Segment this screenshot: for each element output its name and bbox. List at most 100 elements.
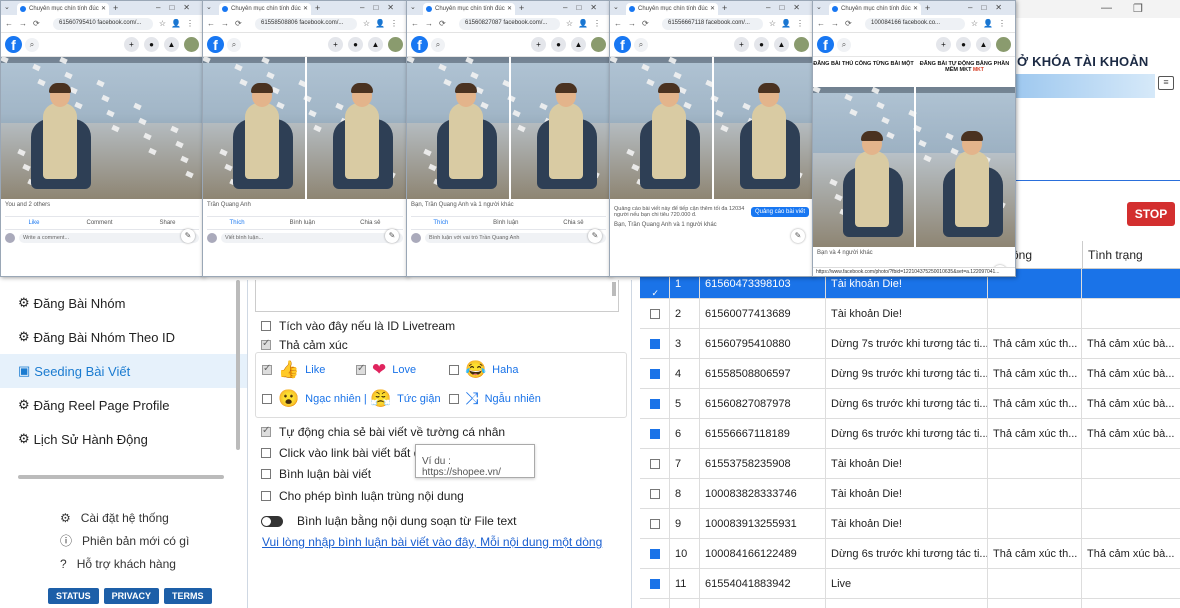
wow-checkbox[interactable]	[262, 394, 272, 404]
browser-action-icons[interactable]: ☆👤⋮	[769, 19, 809, 28]
table-row[interactable]: 10100084166122489Dừng 6s trước khi tương…	[640, 539, 1180, 569]
avatar[interactable]	[996, 37, 1011, 52]
boost-post-button[interactable]: Quảng cáo bài viết	[750, 207, 809, 217]
row-checkbox[interactable]	[649, 519, 660, 529]
avatar[interactable]	[388, 37, 403, 52]
search-icon[interactable]: ⌕	[634, 38, 648, 52]
nav-icons[interactable]: ←→⟳	[411, 19, 452, 28]
messenger-icon[interactable]: ●	[956, 37, 971, 52]
table-row[interactable]: 661556667118189Dừng 6s trước khi tương t…	[640, 419, 1180, 449]
plus-icon[interactable]: +	[124, 37, 139, 52]
row-checkbox-cell[interactable]	[640, 299, 670, 329]
row-checkbox-cell[interactable]	[640, 419, 670, 449]
post-id-textarea[interactable]	[255, 280, 619, 312]
edit-icon[interactable]: ✎	[181, 229, 195, 243]
search-icon[interactable]: ⌕	[227, 38, 241, 52]
nav-icons[interactable]: ←→⟳	[5, 19, 46, 28]
browser-tab[interactable]: Chuyên mục chín tính đúc ✕	[829, 3, 921, 15]
table-row[interactable]: 1261561473752066Live	[640, 599, 1180, 608]
share-option[interactable]: Tự động chia sẻ bài viết về tường cá nhâ…	[261, 425, 505, 439]
avatar[interactable]	[184, 37, 199, 52]
window-controls[interactable]: –□✕	[766, 3, 809, 12]
bell-icon[interactable]: ▲	[571, 37, 586, 52]
row-checkbox[interactable]	[649, 428, 660, 449]
chevron-down-icon[interactable]: ⌄	[613, 3, 619, 11]
row-checkbox-cell[interactable]	[640, 389, 670, 419]
chevron-down-icon[interactable]: ⌄	[206, 3, 212, 11]
table-row[interactable]: 2 61560077413689 Tài khoản Die!	[640, 299, 1180, 329]
share-checkbox[interactable]	[261, 425, 271, 437]
reaction-wow[interactable]: 😮 Ngạc nhiên |	[262, 390, 367, 408]
bell-icon[interactable]: ▲	[774, 37, 789, 52]
new-tab-icon[interactable]: +	[315, 3, 320, 13]
sidebar-item-dang-bai-nhom-theo-id[interactable]: ⚙ Đăng Bài Nhóm Theo ID	[0, 320, 247, 354]
reaction-count[interactable]: Bạn và 4 người khác	[817, 250, 1011, 256]
facebook-logo-icon[interactable]: f	[207, 36, 224, 53]
table-row[interactable]: 361560795410880Dừng 7s trước khi tương t…	[640, 329, 1180, 359]
window-controls[interactable]: –□✕	[156, 3, 199, 12]
comment-checkbox[interactable]	[261, 469, 271, 479]
avatar[interactable]	[794, 37, 809, 52]
random-checkbox[interactable]	[449, 394, 459, 404]
messenger-icon[interactable]: ●	[754, 37, 769, 52]
share-button[interactable]: Share	[159, 220, 175, 226]
url-input[interactable]: 61558508806 facebook.com/...	[255, 18, 357, 30]
new-tab-icon[interactable]: +	[113, 3, 118, 13]
sidebar-hscrollbar[interactable]	[18, 475, 224, 479]
browser-action-icons[interactable]: ☆👤⋮	[971, 19, 1011, 28]
like-button[interactable]: Thích	[433, 220, 448, 226]
messenger-icon[interactable]: ●	[551, 37, 566, 52]
row-checkbox-cell[interactable]	[640, 479, 670, 509]
url-input[interactable]: 61560827087 facebook.com/...	[459, 18, 560, 30]
nav-icons[interactable]: ←→⟳	[207, 19, 248, 28]
comment-input[interactable]: Bình luận với vai trò Trần Quang Anh	[425, 233, 606, 243]
browser-window[interactable]: ⌄ Chuyên mục chín tính đúc ✕ + –□✕ ←→⟳ 6…	[609, 0, 814, 277]
column-header-status[interactable]: Tình trạng	[1082, 241, 1180, 269]
plus-icon[interactable]: +	[531, 37, 546, 52]
window-controls[interactable]: –□✕	[563, 3, 606, 12]
sidebar-item-lich-su[interactable]: ⚙ Lịch Sử Hành Động	[0, 422, 247, 456]
comment-option[interactable]: Bình luận bài viết	[261, 467, 371, 481]
row-checkbox-cell[interactable]	[640, 539, 670, 569]
sidebar-scrollbar[interactable]	[236, 280, 240, 450]
edit-icon[interactable]: ✎	[588, 229, 602, 243]
row-checkbox[interactable]	[649, 489, 660, 499]
table-row[interactable]: 561560827087978Dừng 6s trước khi tương t…	[640, 389, 1180, 419]
row-checkbox-cell[interactable]	[640, 569, 670, 599]
table-row[interactable]: 461558508806597Dừng 9s trước khi tương t…	[640, 359, 1180, 389]
row-checkbox-cell[interactable]	[640, 509, 670, 539]
comment-input[interactable]: Write a comment...	[19, 233, 199, 243]
dup-comment-option[interactable]: Cho phép bình luận trùng nội dung	[261, 489, 464, 503]
file-text-toggle[interactable]	[261, 515, 283, 527]
browser-tab[interactable]: Chuyên mục chín tính đúc ✕	[17, 3, 109, 15]
reaction-count[interactable]: Bạn, Trần Quang Anh và 1 người khác	[614, 222, 809, 228]
row-checkbox-cell[interactable]	[640, 449, 670, 479]
close-icon[interactable]: ✕	[303, 5, 308, 12]
url-input[interactable]: 100084166 facebook.co...	[865, 18, 965, 30]
bell-icon[interactable]: ▲	[976, 37, 991, 52]
comment-button[interactable]: Comment	[86, 220, 112, 226]
bell-icon[interactable]: ▲	[164, 37, 179, 52]
bell-icon[interactable]: ▲	[368, 37, 383, 52]
facebook-logo-icon[interactable]: f	[817, 36, 834, 53]
table-row[interactable]: 8 100083828333746 Tài khoản Die!	[640, 479, 1180, 509]
facebook-logo-icon[interactable]: f	[614, 36, 631, 53]
browser-tab[interactable]: Chuyên mục chín tính đúc ✕	[423, 3, 515, 15]
browser-tab[interactable]: Chuyên mục chín tính đúc ✕	[219, 3, 311, 15]
row-checkbox[interactable]	[649, 578, 660, 599]
edit-icon[interactable]: ✎	[791, 229, 805, 243]
menu-icon[interactable]: ≡	[1158, 76, 1174, 90]
dup-comment-checkbox[interactable]	[261, 491, 271, 501]
comment-button[interactable]: Bình luận	[290, 220, 315, 226]
status-badge[interactable]: STATUS	[48, 588, 99, 604]
facebook-logo-icon[interactable]: f	[411, 36, 428, 53]
sidebar-item-seeding-bai-viet[interactable]: ▣ Seeding Bài Viết	[0, 354, 247, 388]
messenger-icon[interactable]: ●	[144, 37, 159, 52]
livestream-checkbox[interactable]	[261, 321, 271, 331]
reaction-count[interactable]: You and 2 others	[5, 202, 199, 214]
row-checkbox[interactable]	[649, 368, 660, 389]
whats-new-link[interactable]: ⓘ Phiên bản mới có gì	[60, 529, 189, 552]
comment-input-link[interactable]: Vui lòng nhập bình luận bài viết vào đây…	[262, 535, 602, 549]
search-icon[interactable]: ⌕	[25, 38, 39, 52]
reaction-love[interactable]: ❤ Love	[356, 361, 416, 379]
